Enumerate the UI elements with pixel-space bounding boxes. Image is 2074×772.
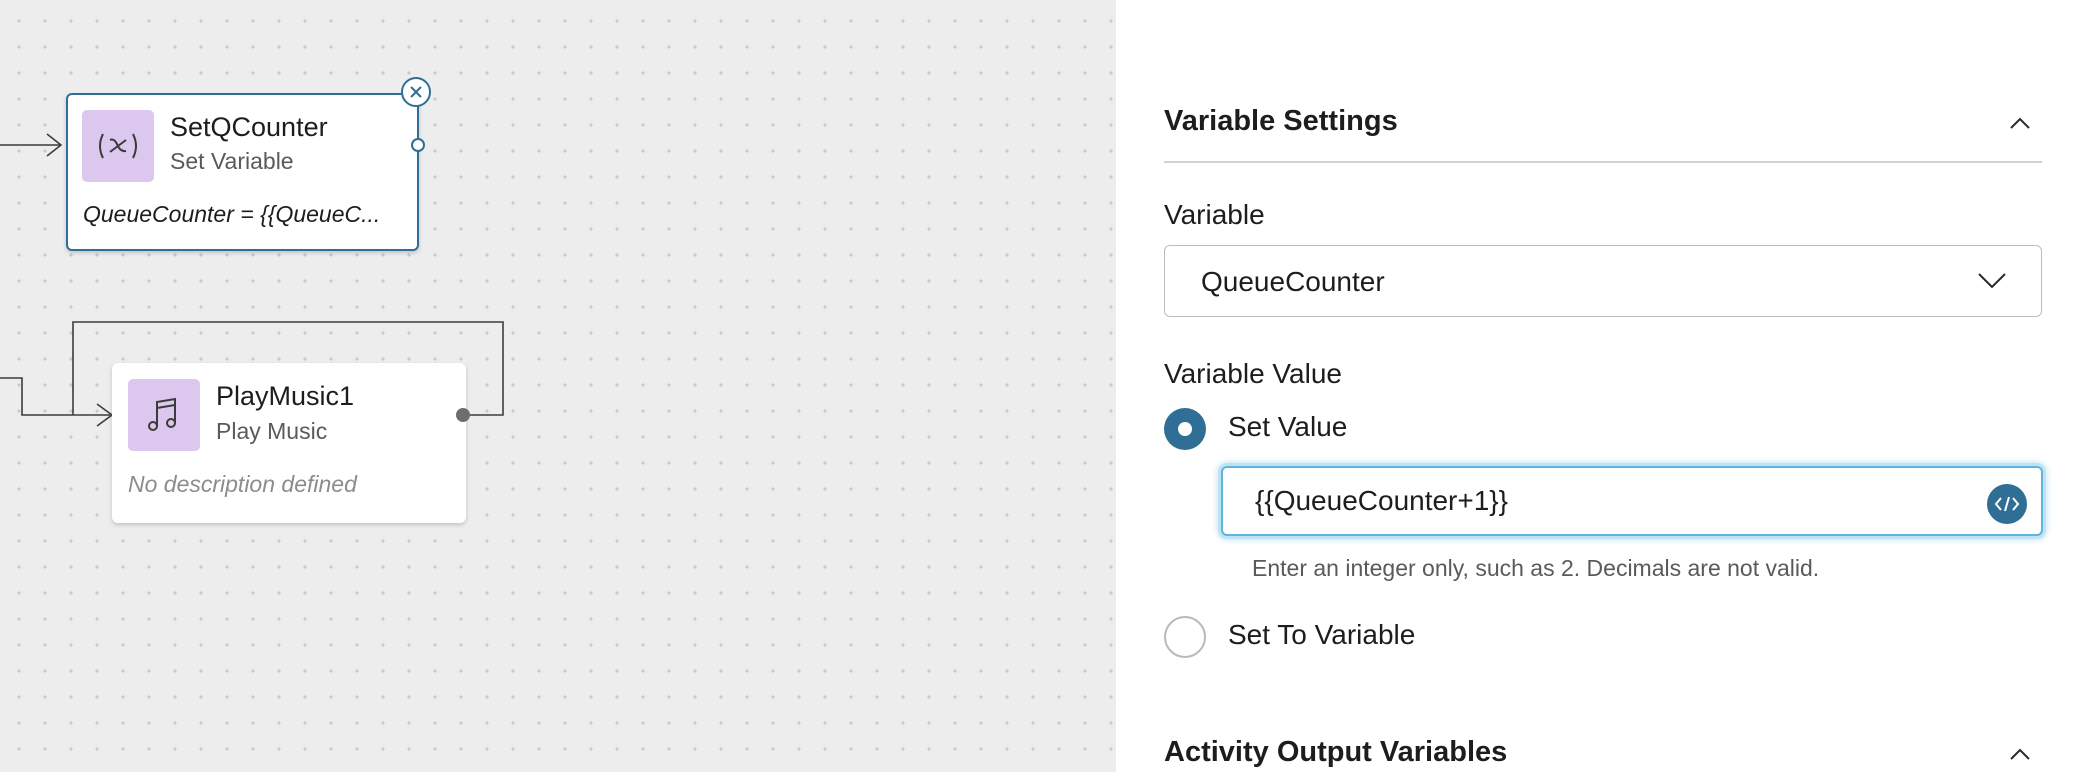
- chevron-down-icon: [1978, 273, 2006, 289]
- variable-value-label: Variable Value: [1164, 358, 1342, 389]
- value-helper-text: Enter an integer only, such as 2. Decima…: [1252, 555, 1820, 581]
- set-value-radio[interactable]: [1164, 408, 1206, 450]
- node-title: PlayMusic1: [216, 381, 355, 411]
- value-input-text: {{QueueCounter+1}}: [1255, 485, 1509, 516]
- output-port[interactable]: [456, 408, 470, 422]
- variable-icon: [99, 133, 137, 159]
- expression-editor-button[interactable]: [1987, 484, 2027, 524]
- node-description: No description defined: [128, 471, 357, 497]
- node-subtitle: Play Music: [216, 418, 328, 444]
- collapse-variable-settings-button[interactable]: [2003, 106, 2037, 140]
- chevron-up-icon: [2010, 748, 2030, 760]
- value-input[interactable]: {{QueueCounter+1}}: [1221, 466, 2043, 536]
- output-port[interactable]: [411, 138, 425, 152]
- section-divider: [1164, 161, 2042, 163]
- set-to-variable-radio[interactable]: [1164, 616, 1206, 658]
- variable-settings-heading: Variable Settings: [1164, 105, 1398, 137]
- variable-label: Variable: [1164, 199, 1265, 230]
- playmusic1-node[interactable]: PlayMusic1 Play Music No description def…: [112, 363, 466, 523]
- set-to-variable-label[interactable]: Set To Variable: [1228, 619, 1415, 651]
- connector-into-playmusic: [0, 377, 110, 416]
- flow-canvas[interactable]: SetQCounter Set Variable QueueCounter = …: [0, 0, 1116, 772]
- code-icon: [1994, 496, 2020, 512]
- chevron-up-icon: [2010, 117, 2030, 129]
- music-note-icon: [148, 397, 176, 431]
- close-icon: [410, 86, 422, 98]
- node-icon-container: [128, 379, 200, 451]
- setqcounter-node[interactable]: SetQCounter Set Variable QueueCounter = …: [66, 93, 419, 251]
- activity-output-heading: Activity Output Variables: [1164, 736, 1508, 768]
- node-icon-container: [82, 110, 154, 182]
- delete-node-button[interactable]: [401, 77, 431, 107]
- properties-panel: Variable Settings Variable QueueCounter …: [1116, 0, 2074, 772]
- collapse-activity-output-button[interactable]: [2003, 737, 2037, 771]
- variable-select[interactable]: QueueCounter: [1164, 245, 2042, 317]
- set-value-label[interactable]: Set Value: [1228, 411, 1347, 443]
- node-description: QueueCounter = {{QueueC...: [83, 201, 381, 227]
- node-subtitle: Set Variable: [170, 148, 294, 174]
- node-title: SetQCounter: [170, 112, 328, 142]
- variable-select-value: QueueCounter: [1201, 266, 1385, 297]
